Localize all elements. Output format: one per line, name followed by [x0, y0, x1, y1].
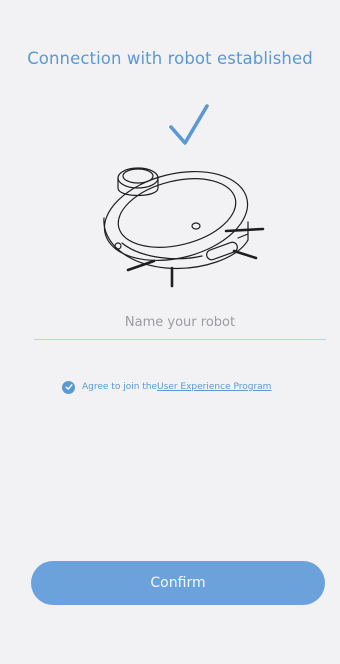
- robot-vacuum-icon: [103, 167, 265, 288]
- agreement-row[interactable]: Agree to join the User Experience Progra…: [62, 378, 271, 396]
- robot-name-input[interactable]: [34, 306, 326, 340]
- agreement-text: Agree to join the: [82, 382, 158, 392]
- confirm-button[interactable]: Confirm: [31, 561, 325, 605]
- checkmark-icon: [65, 384, 72, 390]
- agreement-checkbox[interactable]: [62, 380, 75, 394]
- page-title: Connection with robot established: [27, 49, 313, 68]
- check-icon: [169, 104, 209, 145]
- connection-success-screen: Connection with robot established Name y…: [0, 0, 340, 664]
- user-experience-program-link[interactable]: User Experience Program: [157, 382, 271, 392]
